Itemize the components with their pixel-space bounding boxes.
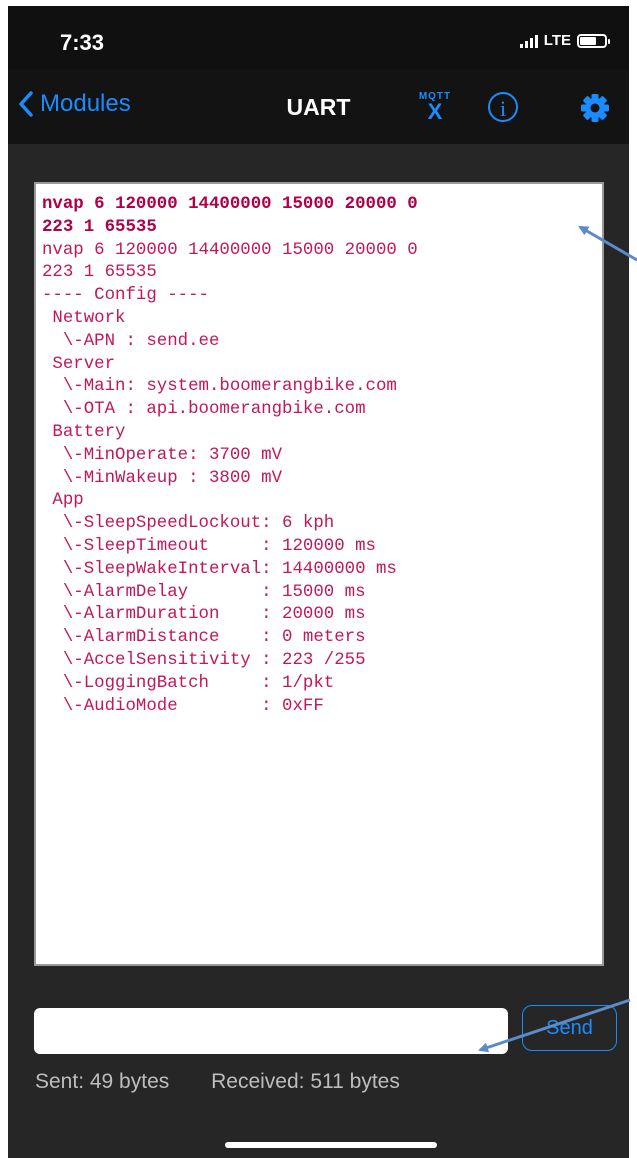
uart-console[interactable]: nvap 6 120000 14400000 15000 20000 0 223…: [34, 182, 604, 966]
home-indicator: [225, 1142, 437, 1148]
received-bytes: Received: 511 bytes: [211, 1070, 400, 1093]
command-input[interactable]: [34, 1008, 508, 1054]
status-time: 7:33: [60, 30, 105, 55]
back-button[interactable]: Modules: [18, 90, 131, 118]
gear-icon[interactable]: [580, 93, 610, 123]
info-icon: i: [499, 96, 507, 121]
console-received-text: nvap 6 120000 14400000 15000 20000 0 223…: [42, 240, 418, 716]
mqtt-icon-x: X: [427, 99, 443, 124]
back-label: Modules: [40, 90, 131, 117]
mqtt-button[interactable]: MQTT X: [415, 91, 455, 125]
status-bar: 7:33 LTE: [8, 6, 629, 70]
byte-counters: Sent: 49 bytes Received: 511 bytes: [35, 1070, 436, 1094]
status-indicators: LTE: [519, 32, 610, 49]
sent-bytes: Sent: 49 bytes: [35, 1070, 170, 1093]
phone-screen: 7:33 LTE Modules UART MQTT X i nvap 6 12…: [8, 6, 629, 1158]
signal-icon: [519, 34, 538, 48]
console-sent-command: nvap 6 120000 14400000 15000 20000 0 223…: [42, 195, 418, 237]
battery-icon: [577, 33, 610, 48]
info-button[interactable]: i: [488, 92, 518, 122]
chevron-left-icon: [19, 91, 33, 117]
send-button[interactable]: Send: [522, 1005, 617, 1051]
navigation-bar: Modules UART MQTT X i: [8, 70, 629, 144]
uart-content: nvap 6 120000 14400000 15000 20000 0 223…: [8, 144, 629, 1158]
network-type: LTE: [543, 32, 571, 49]
